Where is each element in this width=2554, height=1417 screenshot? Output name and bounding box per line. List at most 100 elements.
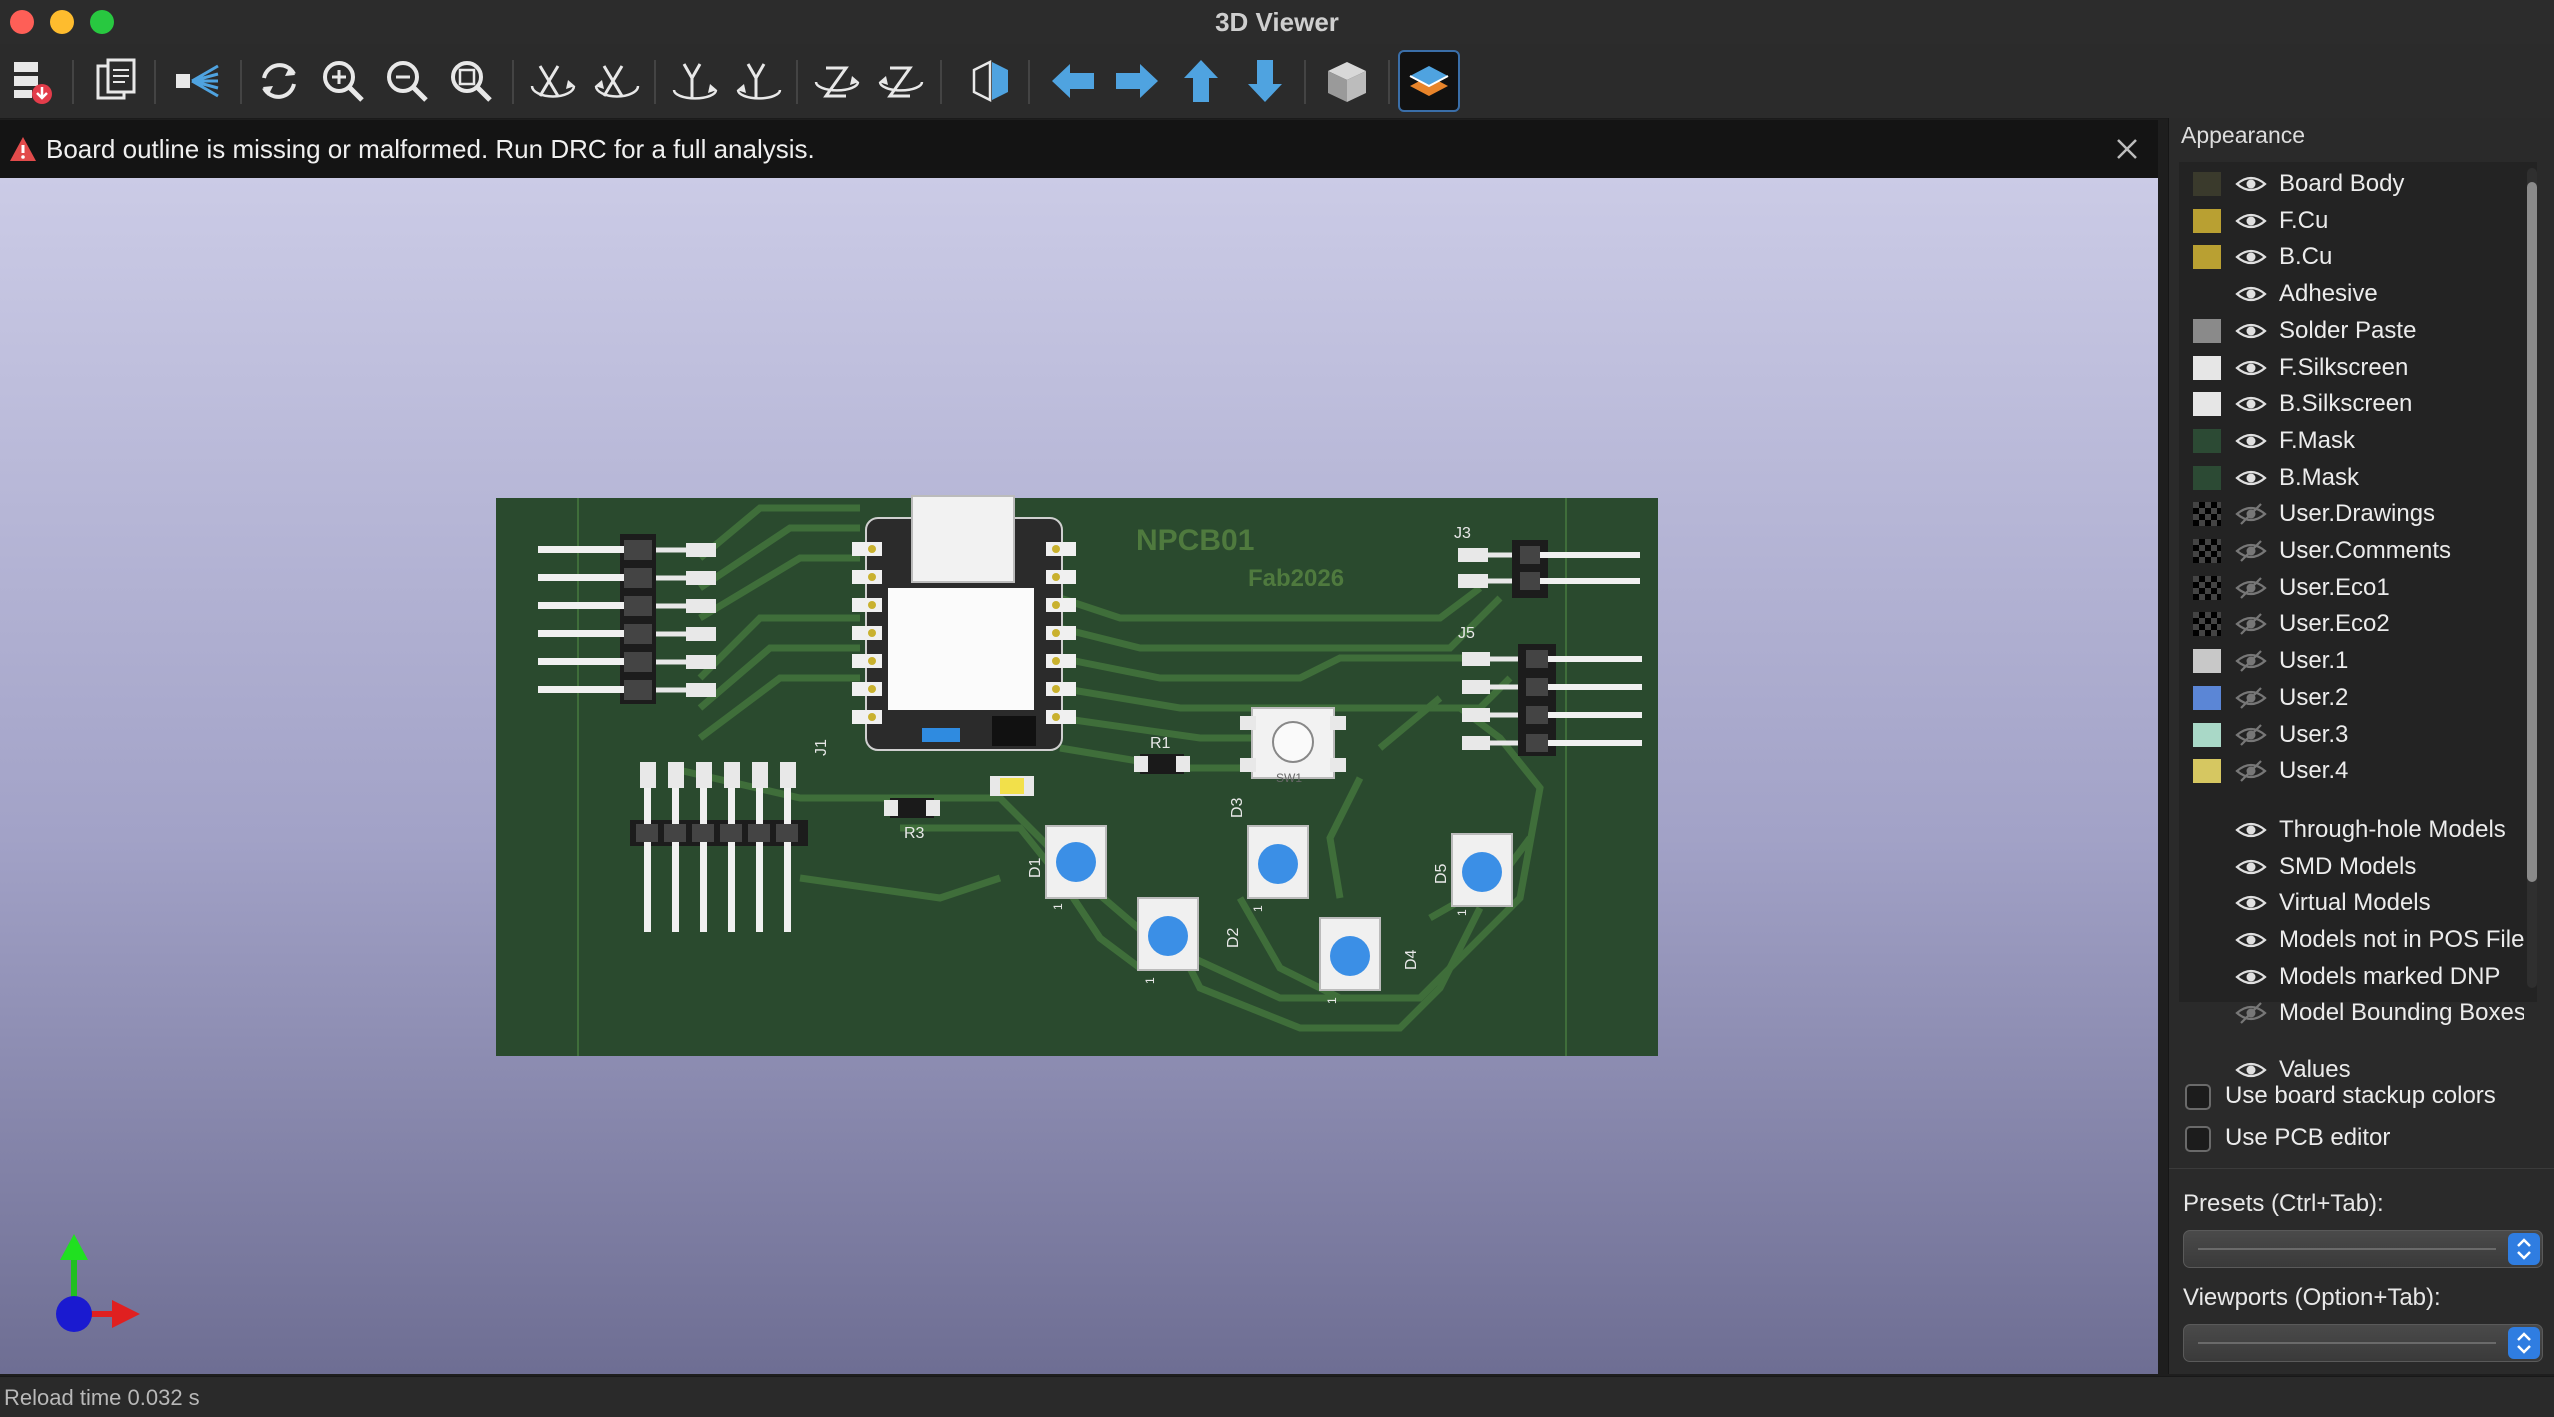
ortho-view-icon[interactable] [1318, 52, 1376, 110]
svg-text:D4: D4 [1403, 949, 1420, 970]
model-row-virtual-models[interactable]: Virtual Models [2179, 885, 2524, 921]
raytrace-icon[interactable] [168, 52, 226, 110]
warning-message: Board outline is missing or malformed. R… [46, 134, 815, 164]
axis-gizmo-icon [56, 1234, 140, 1332]
layer-row-f-mask[interactable]: F.Mask [2179, 423, 2524, 459]
layer-row-user-3[interactable]: User.3 [2179, 717, 2524, 753]
eye-icon[interactable] [2235, 891, 2267, 915]
zoom-out-icon[interactable] [378, 52, 436, 110]
close-icon[interactable] [2110, 132, 2144, 166]
layer-color-swatch[interactable] [2193, 722, 2221, 747]
presets-select[interactable] [2183, 1230, 2543, 1268]
layer-row-b-silkscreen[interactable]: B.Silkscreen [2179, 386, 2524, 422]
layer-row-user-eco1[interactable]: User.Eco1 [2179, 570, 2524, 606]
copy-image-icon[interactable] [88, 52, 146, 110]
layer-row-f-silkscreen[interactable]: F.Silkscreen [2179, 350, 2524, 386]
layer-row-solder-paste[interactable]: Solder Paste [2179, 313, 2524, 349]
layer-color-swatch[interactable] [2193, 392, 2221, 417]
eye-icon[interactable] [2235, 965, 2267, 989]
use-stackup-colors-checkbox[interactable] [2185, 1084, 2211, 1110]
layer-color-swatch[interactable] [2193, 649, 2221, 674]
zoom-fit-icon[interactable] [442, 52, 500, 110]
layer-color-swatch[interactable] [2193, 539, 2221, 563]
pan-down-icon[interactable] [1236, 52, 1294, 110]
flip-board-icon[interactable] [962, 52, 1020, 110]
pan-right-icon[interactable] [1108, 52, 1166, 110]
eye-hidden-icon[interactable] [2235, 612, 2267, 636]
export-image-icon[interactable] [4, 52, 62, 110]
model-row-through-hole-models[interactable]: Through-hole Models [2179, 812, 2524, 848]
eye-hidden-icon[interactable] [2235, 759, 2267, 783]
eye-icon[interactable] [2235, 1058, 2267, 1082]
layer-color-swatch[interactable] [2193, 502, 2221, 527]
eye-hidden-icon[interactable] [2235, 1001, 2267, 1025]
eye-hidden-icon[interactable] [2235, 686, 2267, 710]
rotate-z-cw-icon[interactable] [808, 52, 866, 110]
eye-hidden-icon[interactable] [2235, 502, 2267, 526]
eye-hidden-icon[interactable] [2235, 723, 2267, 747]
eye-icon[interactable] [2235, 466, 2267, 490]
pan-left-icon[interactable] [1044, 52, 1102, 110]
model-row-smd-models[interactable]: SMD Models [2179, 849, 2524, 885]
eye-icon[interactable] [2235, 356, 2267, 380]
ref-j3: J3 [1454, 525, 1471, 542]
layer-row-user-2[interactable]: User.2 [2179, 680, 2524, 716]
layer-name: User.Eco2 [2279, 610, 2390, 638]
layer-row-user-1[interactable]: User.1 [2179, 643, 2524, 679]
layer-color-swatch[interactable] [2193, 318, 2221, 343]
layer-color-swatch[interactable] [2193, 428, 2221, 453]
eye-hidden-icon[interactable] [2235, 576, 2267, 600]
eye-icon[interactable] [2235, 928, 2267, 952]
eye-hidden-icon[interactable] [2235, 649, 2267, 673]
eye-icon[interactable] [2235, 429, 2267, 453]
layer-color-swatch[interactable] [2193, 355, 2221, 380]
viewports-select[interactable] [2183, 1324, 2543, 1362]
layer-color-swatch[interactable] [2193, 208, 2221, 233]
3d-viewport[interactable]: NPCB01 Fab2026 J3 J5 J1 R1 R3 SW1 D1 1 D… [0, 178, 2158, 1374]
layer-row-f-cu[interactable]: F.Cu [2179, 203, 2524, 239]
layers-manager-icon[interactable] [1398, 50, 1460, 112]
layer-row-board-body[interactable]: Board Body [2179, 166, 2524, 202]
layer-name: User.Drawings [2279, 500, 2436, 528]
eye-icon[interactable] [2235, 172, 2267, 196]
layer-row-b-mask[interactable]: B.Mask [2179, 460, 2524, 496]
model-row-models-marked-dnp[interactable]: Models marked DNP [2179, 959, 2524, 995]
rotate-y-cw-icon[interactable] [666, 52, 724, 110]
ref-r1: R1 [1150, 735, 1171, 752]
model-row-models-not-in-pos-file[interactable]: Models not in POS File [2179, 922, 2524, 958]
zoom-in-icon[interactable] [314, 52, 372, 110]
layer-color-swatch[interactable] [2193, 465, 2221, 490]
layer-row-user-eco2[interactable]: User.Eco2 [2179, 606, 2524, 642]
reload-icon[interactable] [250, 52, 308, 110]
layer-row-adhesive[interactable]: Adhesive [2179, 276, 2524, 312]
rotate-z-ccw-icon[interactable] [872, 52, 930, 110]
layer-color-swatch[interactable] [2193, 245, 2221, 270]
layer-color-swatch[interactable] [2193, 759, 2221, 784]
layer-color-swatch[interactable] [2193, 575, 2221, 600]
model-row-model-bounding-boxes[interactable]: Model Bounding Boxes [2179, 995, 2524, 1031]
layer-row-user-4[interactable]: User.4 [2179, 753, 2524, 789]
eye-icon[interactable] [2235, 245, 2267, 269]
layer-color-swatch[interactable] [2193, 685, 2221, 710]
rotate-x-cw-icon[interactable] [524, 52, 582, 110]
pan-up-icon[interactable] [1172, 52, 1230, 110]
eye-icon[interactable] [2235, 392, 2267, 416]
eye-hidden-icon[interactable] [2235, 539, 2267, 563]
layers-scrollbar-thumb[interactable] [2527, 182, 2537, 882]
status-bar: Reload time 0.032 s [0, 1376, 2554, 1417]
use-pcb-editor-checkbox[interactable] [2185, 1126, 2211, 1152]
layer-color-swatch[interactable] [2193, 612, 2221, 637]
rotate-y-ccw-icon[interactable] [730, 52, 788, 110]
appearance-panel: Appearance Board Body F.Cu B.Cu Adhesive Sol… [2168, 118, 2554, 1374]
reload-time: Reload time 0.032 s [4, 1385, 200, 1410]
layer-color-swatch[interactable] [2193, 172, 2221, 196]
rotate-x-ccw-icon[interactable] [588, 52, 646, 110]
layer-row-user-comments[interactable]: User.Comments [2179, 533, 2524, 569]
eye-icon[interactable] [2235, 319, 2267, 343]
layer-row-user-drawings[interactable]: User.Drawings [2179, 496, 2524, 532]
layer-row-b-cu[interactable]: B.Cu [2179, 239, 2524, 275]
eye-icon[interactable] [2235, 282, 2267, 306]
eye-icon[interactable] [2235, 818, 2267, 842]
eye-icon[interactable] [2235, 209, 2267, 233]
eye-icon[interactable] [2235, 855, 2267, 879]
